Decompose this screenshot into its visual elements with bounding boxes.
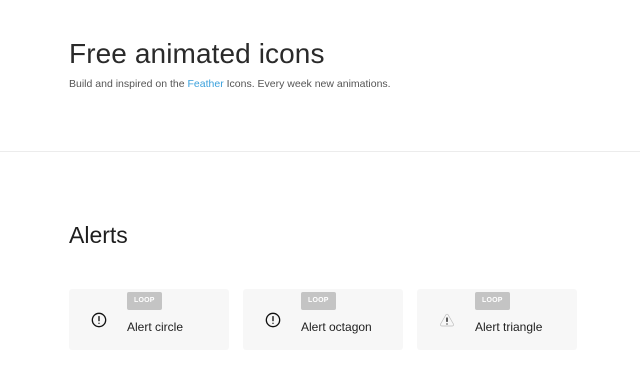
alert-circle-icon	[91, 312, 107, 328]
subtitle-text-after: Icons. Every week new animations.	[223, 78, 391, 90]
hero-header: Free animated icons Build and inspired o…	[0, 0, 640, 152]
loop-badge: LOOP	[127, 292, 162, 310]
card-label: Alert triangle	[475, 320, 543, 334]
page-subtitle: Build and inspired on the Feather Icons.…	[69, 78, 391, 90]
loop-badge: LOOP	[301, 292, 336, 310]
icon-card-alert-octagon[interactable]: LOOP Alert octagon	[243, 289, 403, 350]
feather-link[interactable]: Feather	[188, 78, 224, 90]
loop-badge: LOOP	[475, 292, 510, 310]
page-title: Free animated icons	[69, 38, 325, 69]
icon-card-alert-circle[interactable]: LOOP Alert circle	[69, 289, 229, 350]
alert-octagon-icon	[265, 312, 281, 328]
subtitle-text-before: Build and inspired on the	[69, 78, 188, 90]
section-title-alerts: Alerts	[69, 222, 128, 248]
card-label: Alert circle	[127, 320, 184, 334]
alert-triangle-icon	[440, 313, 454, 327]
icon-card-alert-triangle[interactable]: LOOP Alert triangle	[417, 289, 577, 350]
icon-card-list: LOOP Alert circle LOOP Alert octagon LOO…	[69, 289, 577, 350]
card-label: Alert octagon	[301, 320, 372, 334]
